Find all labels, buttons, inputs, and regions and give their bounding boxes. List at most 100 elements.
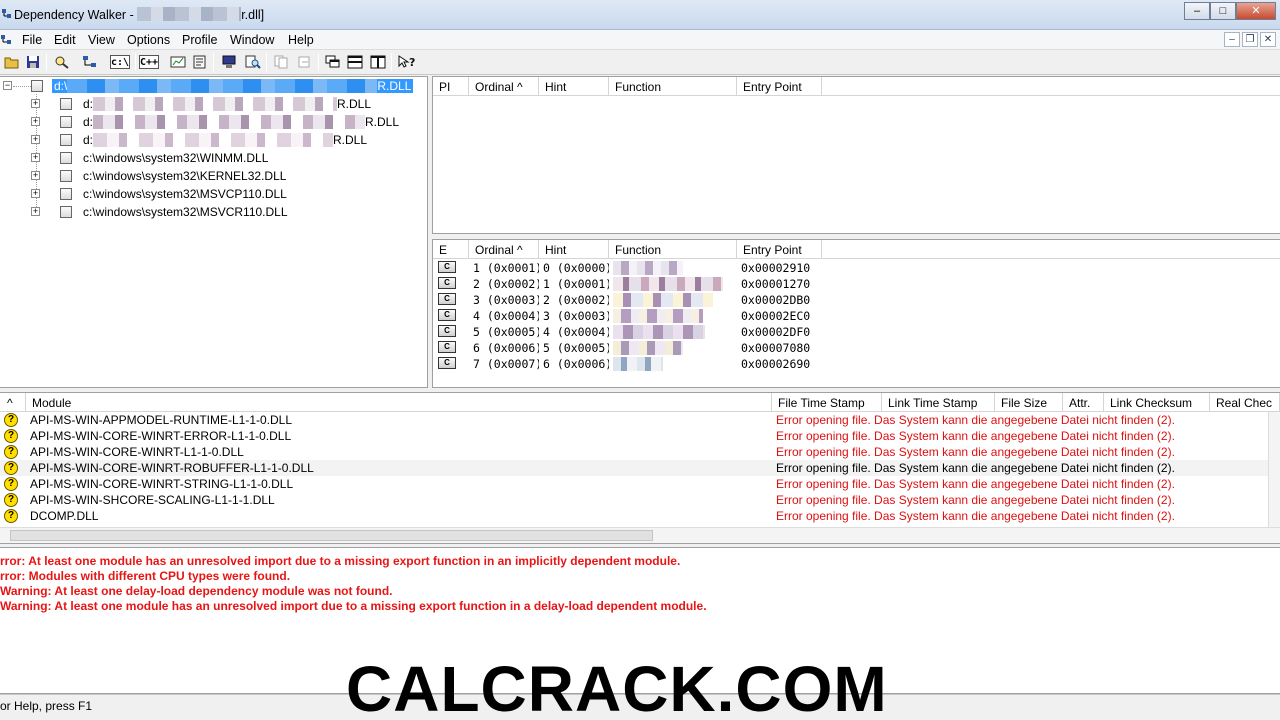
module-icon	[31, 80, 43, 92]
column-header-attr[interactable]: Attr.	[1063, 393, 1104, 412]
table-row[interactable]: C 2 (0x0002) 1 (0x0001) 0x00001270	[433, 276, 822, 292]
find-icon[interactable]	[243, 53, 262, 71]
table-row[interactable]: ? API-MS-WIN-CORE-WINRT-ERROR-L1-1-0.DLL…	[0, 428, 1268, 444]
horizontal-scrollbar[interactable]	[0, 527, 1280, 543]
close-button[interactable]: ✕	[1236, 2, 1276, 20]
table-row[interactable]: ? API-MS-WIN-APPMODEL-RUNTIME-L1-1-0.DLL…	[0, 412, 1268, 428]
expand-icon[interactable]: +	[31, 171, 40, 180]
hint-cell: 5 (0x0005)	[543, 341, 609, 355]
table-row-selected[interactable]: ? API-MS-WIN-CORE-WINRT-ROBUFFER-L1-1-0.…	[0, 460, 1268, 476]
column-header-entry-point[interactable]: Entry Point	[737, 77, 822, 96]
table-row[interactable]: ? API-MS-WIN-CORE-WINRT-L1-1-0.DLL Error…	[0, 444, 1268, 460]
save-icon[interactable]	[23, 53, 42, 71]
redacted-path	[93, 115, 366, 129]
hint-cell: 1 (0x0001)	[543, 277, 609, 291]
column-header-ordinal[interactable]: Ordinal ^	[469, 77, 539, 96]
system-info-icon[interactable]	[219, 53, 238, 71]
module-icon	[60, 206, 72, 218]
column-header-hint[interactable]: Hint	[539, 77, 609, 96]
expand-icon[interactable]: +	[31, 117, 40, 126]
menu-window[interactable]: Window	[230, 33, 274, 47]
expand-icon[interactable]: +	[31, 135, 40, 144]
log-error-line: rror: Modules with different CPU types w…	[0, 569, 291, 583]
tree-item-root-module[interactable]: − d:\ R.DLL	[0, 77, 427, 95]
collapse-icon[interactable]: −	[3, 81, 12, 90]
svg-text:?: ?	[409, 56, 415, 69]
column-header-ordinal[interactable]: Ordinal ^	[469, 240, 539, 259]
menu-options[interactable]: Options	[127, 33, 170, 47]
properties-icon[interactable]	[190, 53, 209, 71]
column-header-pi[interactable]: PI	[433, 77, 469, 96]
import-list-header: PI Ordinal ^ Hint Function Entry Point	[433, 77, 1280, 96]
log-warning-line: Warning: At least one module has an unre…	[0, 599, 707, 613]
cascade-icon[interactable]	[323, 53, 342, 71]
module-status-cell: Error opening file. Das System kann die …	[776, 493, 1175, 507]
table-row[interactable]: ? API-MS-WIN-SHCORE-SCALING-L1-1-1.DLL E…	[0, 492, 1268, 508]
redacted-function-name	[613, 357, 663, 371]
toolbar: c:\ C++ ?	[0, 50, 1280, 75]
ordinal-cell: 4 (0x0004)	[473, 309, 539, 323]
module-status-cell: Error opening file. Das System kann die …	[776, 413, 1175, 427]
mdi-child-icon[interactable]	[0, 34, 14, 46]
menu-view[interactable]: View	[88, 33, 115, 47]
mdi-close-button[interactable]: ✕	[1260, 32, 1276, 47]
open-folder-icon[interactable]	[2, 53, 21, 71]
menu-file[interactable]: File	[22, 33, 42, 47]
maximize-button[interactable]: □	[1210, 2, 1236, 20]
table-row[interactable]: C 7 (0x0007) 6 (0x0006) 0x00002690	[433, 356, 822, 372]
import-functions-list[interactable]: PI Ordinal ^ Hint Function Entry Point	[432, 76, 1280, 234]
expand-icon[interactable]: +	[31, 207, 40, 216]
table-row[interactable]: ? API-MS-WIN-CORE-WINRT-STRING-L1-1-0.DL…	[0, 476, 1268, 492]
missing-module-icon: ?	[4, 445, 18, 459]
entry-point-cell: 0x00002DF0	[741, 325, 811, 339]
redacted-filename	[137, 7, 242, 21]
column-header-function[interactable]: Function	[609, 77, 737, 96]
view-full-paths-button[interactable]: c:\	[110, 55, 130, 69]
find-module-icon[interactable]	[52, 53, 71, 71]
table-row[interactable]: C 6 (0x0006) 5 (0x0005) 0x00007080	[433, 340, 822, 356]
module-dependency-tree[interactable]: − d:\ R.DLL + d: R.DLL + d: R.DLL + d: R.DLL…	[0, 76, 428, 388]
mdi-restore-button[interactable]: ❐	[1242, 32, 1258, 47]
column-header-file-time-stamp[interactable]: File Time Stamp	[772, 393, 882, 412]
chart-icon[interactable]	[168, 53, 187, 71]
table-row[interactable]: C 1 (0x0001) 0 (0x0000) 0x00002910	[433, 260, 822, 276]
expand-icon[interactable]: +	[31, 153, 40, 162]
column-header-real-checksum[interactable]: Real Chec	[1210, 393, 1280, 412]
column-header-function[interactable]: Function	[609, 240, 737, 259]
c-function-icon: C	[438, 293, 456, 305]
column-header-file-size[interactable]: File Size	[995, 393, 1063, 412]
column-header-e[interactable]: E	[433, 240, 469, 259]
mdi-minimize-button[interactable]: –	[1224, 32, 1240, 47]
minimize-button[interactable]: ‒	[1184, 2, 1210, 20]
undecorate-cpp-button[interactable]: C++	[139, 55, 159, 69]
scrollbar-thumb[interactable]	[10, 530, 653, 541]
column-header-module[interactable]: Module	[26, 393, 772, 412]
full-paths-icon[interactable]	[80, 53, 99, 71]
column-header-link-checksum[interactable]: Link Checksum	[1104, 393, 1210, 412]
window-title: Dependency Walker - r.dll]	[14, 7, 265, 22]
menu-help[interactable]: Help	[288, 33, 314, 47]
column-header-hint[interactable]: Hint	[539, 240, 609, 259]
column-header-sort[interactable]: ^	[0, 393, 26, 412]
highlight-icon	[295, 53, 314, 71]
menu-edit[interactable]: Edit	[54, 33, 76, 47]
table-row[interactable]: C 3 (0x0003) 2 (0x0002) 0x00002DB0	[433, 292, 822, 308]
menu-profile[interactable]: Profile	[182, 33, 217, 47]
expand-icon[interactable]: +	[31, 99, 40, 108]
context-help-icon[interactable]: ?	[397, 53, 416, 71]
tile-horizontal-icon[interactable]	[345, 53, 364, 71]
module-list[interactable]: ^ Module File Time Stamp Link Time Stamp…	[0, 392, 1280, 544]
column-header-entry-point[interactable]: Entry Point	[737, 240, 822, 259]
vertical-scrollbar[interactable]	[1268, 412, 1280, 527]
log-warning-line: Warning: At least one delay-load depende…	[0, 584, 393, 598]
tile-vertical-icon[interactable]	[368, 53, 387, 71]
expand-icon[interactable]: +	[31, 189, 40, 198]
table-row[interactable]: C 4 (0x0004) 3 (0x0003) 0x00002EC0	[433, 308, 822, 324]
module-icon	[60, 98, 72, 110]
table-row[interactable]: C 5 (0x0005) 4 (0x0004) 0x00002DF0	[433, 324, 822, 340]
column-header-link-time-stamp[interactable]: Link Time Stamp	[882, 393, 995, 412]
module-icon	[60, 134, 72, 146]
table-row[interactable]: ? DCOMP.DLL Error opening file. Das Syst…	[0, 508, 1268, 523]
export-functions-list[interactable]: E Ordinal ^ Hint Function Entry Point C …	[432, 239, 1280, 388]
status-text: or Help, press F1	[0, 699, 93, 713]
